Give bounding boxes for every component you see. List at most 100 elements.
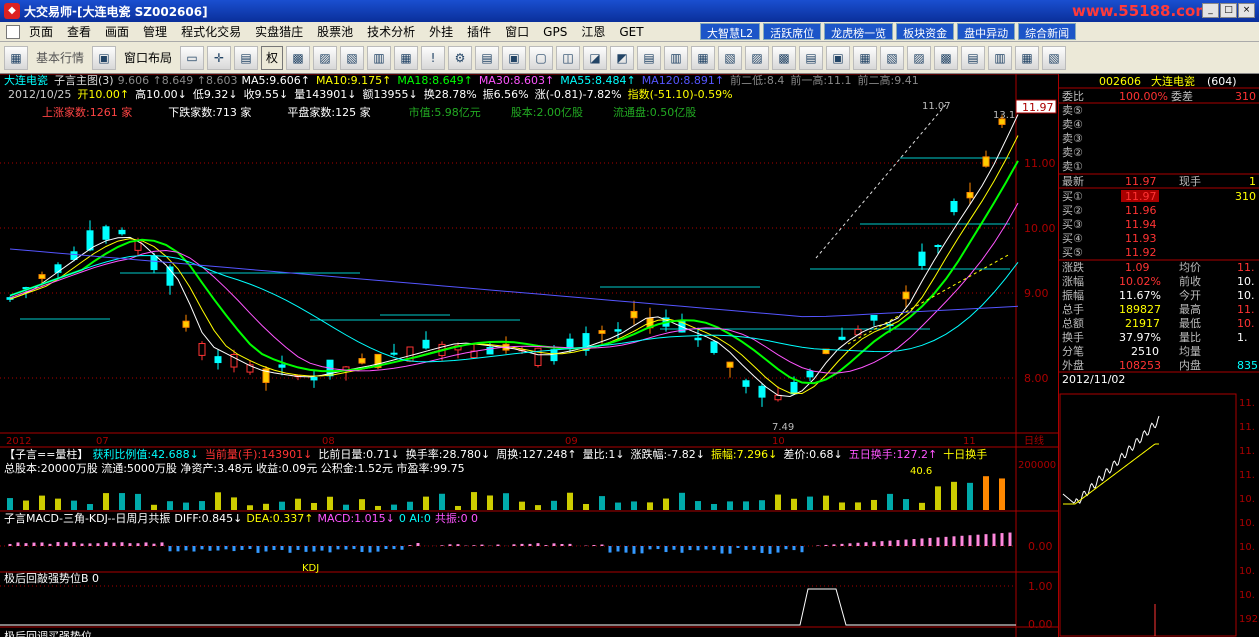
- menu-hunt[interactable]: 实盘猎庄: [248, 23, 310, 40]
- tool-icon-z[interactable]: ▦: [1015, 45, 1040, 70]
- period-label[interactable]: 日线: [1024, 434, 1044, 447]
- tool-icon-q[interactable]: ▩: [772, 45, 797, 70]
- menu-view[interactable]: 查看: [60, 23, 98, 40]
- candle-body: [790, 381, 798, 395]
- ma-item-2: MA18:8.649↑: [397, 74, 472, 87]
- volume-bar: [855, 502, 861, 510]
- kline-chart[interactable]: 大连电瓷 子言主图(3) 9.606 ↑8.649 ↑8.603 MA5:9.606↑…: [0, 73, 1058, 637]
- menu-tech-analysis[interactable]: 技术分析: [360, 23, 422, 40]
- macd-resonance: 共振:0 0: [435, 511, 478, 525]
- tool-icon-j[interactable]: ◪: [583, 45, 608, 70]
- menu-manage[interactable]: 管理: [136, 23, 174, 40]
- tool-icon-m[interactable]: ▥: [664, 45, 689, 70]
- basic-quotes-button[interactable]: 基本行情: [31, 46, 89, 70]
- tool-icon-a[interactable]: ▩: [286, 45, 311, 70]
- menu-plugin-ext[interactable]: 外挂: [422, 23, 460, 40]
- intraday-alert-button[interactable]: 盘中异动: [957, 23, 1016, 40]
- tool-icon-g[interactable]: ▣: [502, 45, 527, 70]
- stat-low-value: 10.: [1237, 317, 1255, 330]
- chart-icon[interactable]: ▤: [234, 45, 259, 70]
- menu-program-trading[interactable]: 程式化交易: [174, 23, 248, 40]
- window-layout-icon[interactable]: ▣: [92, 45, 117, 70]
- gear-icon[interactable]: ⚙: [448, 45, 473, 70]
- rights-button[interactable]: 权: [261, 45, 284, 70]
- menu-stock-pool[interactable]: 股票池: [310, 23, 360, 40]
- app-logo-icon: ◆: [4, 3, 20, 19]
- tool-icon-h[interactable]: ▢: [529, 45, 554, 70]
- buy3-label: 买③: [1062, 218, 1083, 231]
- buy4-label: 买④: [1062, 232, 1083, 245]
- intraday-avg-line: [1063, 443, 1159, 505]
- alert-icon[interactable]: !: [421, 45, 446, 70]
- mini-axis-tick: 10.: [1239, 542, 1255, 553]
- tool-icon-p[interactable]: ▨: [745, 45, 770, 70]
- tool-icon-r[interactable]: ▤: [799, 45, 824, 70]
- volume-bar: [247, 505, 253, 510]
- menu-gps[interactable]: GPS: [536, 25, 574, 39]
- window-layout-button[interactable]: 窗口布局: [119, 46, 177, 70]
- menu-canvas[interactable]: 画面: [98, 23, 136, 40]
- volume-bar: [55, 498, 61, 510]
- close-button[interactable]: ×: [1238, 3, 1255, 18]
- tool-icon-n[interactable]: ▦: [691, 45, 716, 70]
- weibi-value: 100.00%: [1119, 90, 1168, 103]
- tool-icon-x[interactable]: ▤: [961, 45, 986, 70]
- news-button[interactable]: 综合新闻: [1018, 23, 1077, 40]
- menu-plugins[interactable]: 插件: [460, 23, 498, 40]
- dragon-tiger-button[interactable]: 龙虎榜一览: [824, 23, 894, 40]
- tool-icon-t[interactable]: ▦: [853, 45, 878, 70]
- volume-bar: [311, 502, 317, 510]
- tool-icon-o[interactable]: ▧: [718, 45, 743, 70]
- tool-icon-b[interactable]: ▨: [313, 45, 338, 70]
- candle-body: [598, 330, 606, 334]
- menu-window[interactable]: 窗口: [498, 23, 536, 40]
- quote-number: (604): [1207, 75, 1237, 88]
- volume-bar: [7, 498, 13, 510]
- grid-icon[interactable]: ▦: [4, 45, 28, 70]
- volume-bar: [535, 505, 541, 510]
- mini-axis-tick: 10.: [1239, 518, 1255, 529]
- tool-icon-e[interactable]: ▦: [394, 45, 419, 70]
- minimize-button[interactable]: _: [1202, 3, 1219, 18]
- low-annotation: 7.49: [772, 422, 794, 433]
- tool-icon-c[interactable]: ▧: [340, 45, 365, 70]
- volume-bar: [967, 482, 973, 510]
- tool-icon-s[interactable]: ▣: [826, 45, 851, 70]
- menu-gann[interactable]: 江恩: [574, 23, 612, 40]
- tool-icon-l[interactable]: ▤: [637, 45, 662, 70]
- trend-dashed-yellow: [847, 253, 1011, 345]
- stat-prevclose-label: 前收: [1179, 274, 1201, 288]
- ohlc-item-0: 2012/10/25: [8, 88, 71, 101]
- breadth-item-0: 上涨家数:1261 家: [42, 105, 132, 119]
- volume-bar: [919, 502, 925, 510]
- tool-icon-i[interactable]: ◫: [556, 45, 581, 70]
- tool-icon-y[interactable]: ▥: [988, 45, 1013, 70]
- tool-icon-w[interactable]: ▩: [934, 45, 959, 70]
- crosshair-icon[interactable]: ✛: [207, 45, 232, 70]
- active-seats-button[interactable]: 活跃席位: [763, 23, 822, 40]
- volume-bar: [279, 501, 285, 510]
- weicha-label: 委差: [1171, 89, 1193, 103]
- folder-icon[interactable]: ▭: [180, 45, 205, 70]
- sell4-label: 卖④: [1062, 118, 1083, 131]
- menu-get[interactable]: GET: [612, 25, 650, 39]
- tool-icon-k[interactable]: ◩: [610, 45, 635, 70]
- buy5-label: 买⑤: [1062, 246, 1083, 259]
- l2-button[interactable]: 大智慧L2: [700, 23, 761, 40]
- high-annotation: 11.07: [922, 101, 951, 112]
- menu-page-icon: [6, 24, 20, 39]
- quick-buttons: 大智慧L2 活跃席位 龙虎榜一览 板块资金 盘中异动 综合新闻: [700, 23, 1077, 40]
- tool-icon-aa[interactable]: ▧: [1042, 45, 1067, 70]
- ohlc-item-9: 涨(-0.81)-7.82%: [535, 88, 622, 101]
- tool-icon-u[interactable]: ▧: [880, 45, 905, 70]
- tool-icon-f[interactable]: ▤: [475, 45, 500, 70]
- tool-icon-v[interactable]: ▨: [907, 45, 932, 70]
- maximize-button[interactable]: □: [1220, 3, 1237, 18]
- ma-item-0: MA5:9.606↑: [242, 74, 310, 87]
- toolbar: ▦ 基本行情 ▣ 窗口布局 ▭ ✛ ▤ 权 ▩ ▨ ▧ ▥ ▦ ! ⚙ ▤ ▣ …: [0, 42, 1259, 74]
- candle-body: [694, 337, 702, 341]
- sector-funds-button[interactable]: 板块资金: [896, 23, 955, 40]
- tool-icon-d[interactable]: ▥: [367, 45, 392, 70]
- stat-change-label: 涨跌: [1062, 260, 1084, 274]
- menu-page[interactable]: 页面: [22, 23, 60, 40]
